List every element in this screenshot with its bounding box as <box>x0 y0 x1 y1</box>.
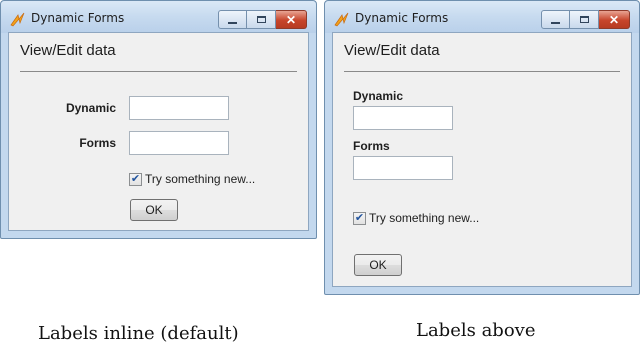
forms-input[interactable] <box>129 131 229 155</box>
window-labels-above: Dynamic Forms ✕ View/Edit data Dynamic F… <box>324 0 640 295</box>
field-label-forms: Forms <box>353 139 390 153</box>
ok-button[interactable]: OK <box>130 199 178 221</box>
dynamic-input[interactable] <box>129 96 229 120</box>
window-title: Dynamic Forms <box>31 11 125 25</box>
minimize-button[interactable] <box>541 10 570 29</box>
try-something-new-checkbox[interactable]: ✔ <box>129 172 142 186</box>
title-bar[interactable]: Dynamic Forms ✕ <box>1 1 316 33</box>
app-icon <box>334 12 349 27</box>
form-client-area: View/Edit data Dynamic Forms ✔ Try somet… <box>332 32 632 287</box>
window-title: Dynamic Forms <box>355 11 449 25</box>
maximize-button[interactable] <box>570 10 599 29</box>
separator <box>20 71 297 72</box>
dynamic-input[interactable] <box>353 106 453 130</box>
try-something-new-checkbox[interactable]: ✔ <box>353 211 366 225</box>
maximize-icon <box>256 16 266 23</box>
checkmark-icon: ✔ <box>354 211 365 224</box>
title-bar[interactable]: Dynamic Forms ✕ <box>325 1 639 33</box>
field-label-dynamic: Dynamic <box>353 89 404 103</box>
field-label-dynamic: Dynamic <box>65 101 116 115</box>
caption-buttons: ✕ <box>541 10 630 29</box>
close-button[interactable]: ✕ <box>599 10 630 29</box>
ok-button[interactable]: OK <box>354 254 402 276</box>
checkbox-label: Try something new... <box>145 172 256 186</box>
caption-labels-inline: Labels inline (default) <box>38 323 239 344</box>
window-labels-inline: Dynamic Forms ✕ View/Edit data Dynamic F… <box>0 0 317 239</box>
minimize-button[interactable] <box>218 10 247 29</box>
caption-labels-above: Labels above <box>416 320 536 341</box>
form-title: View/Edit data <box>344 42 440 59</box>
close-icon: ✕ <box>285 12 297 27</box>
minimize-icon <box>551 21 560 24</box>
separator <box>344 71 620 72</box>
forms-input[interactable] <box>353 156 453 180</box>
app-icon <box>10 12 25 27</box>
maximize-icon <box>579 16 589 23</box>
minimize-icon <box>228 21 237 24</box>
try-something-new-checkbox-row[interactable]: ✔ Try something new... <box>353 211 479 225</box>
try-something-new-checkbox-row[interactable]: ✔ Try something new... <box>129 172 255 186</box>
form-title: View/Edit data <box>20 42 116 59</box>
form-client-area: View/Edit data Dynamic Forms ✔ Try somet… <box>8 32 309 231</box>
checkbox-label: Try something new... <box>369 211 480 225</box>
close-icon: ✕ <box>608 12 620 27</box>
field-label-forms: Forms <box>79 136 116 150</box>
checkmark-icon: ✔ <box>130 172 141 185</box>
maximize-button[interactable] <box>247 10 276 29</box>
close-button[interactable]: ✕ <box>276 10 307 29</box>
caption-buttons: ✕ <box>218 10 307 29</box>
